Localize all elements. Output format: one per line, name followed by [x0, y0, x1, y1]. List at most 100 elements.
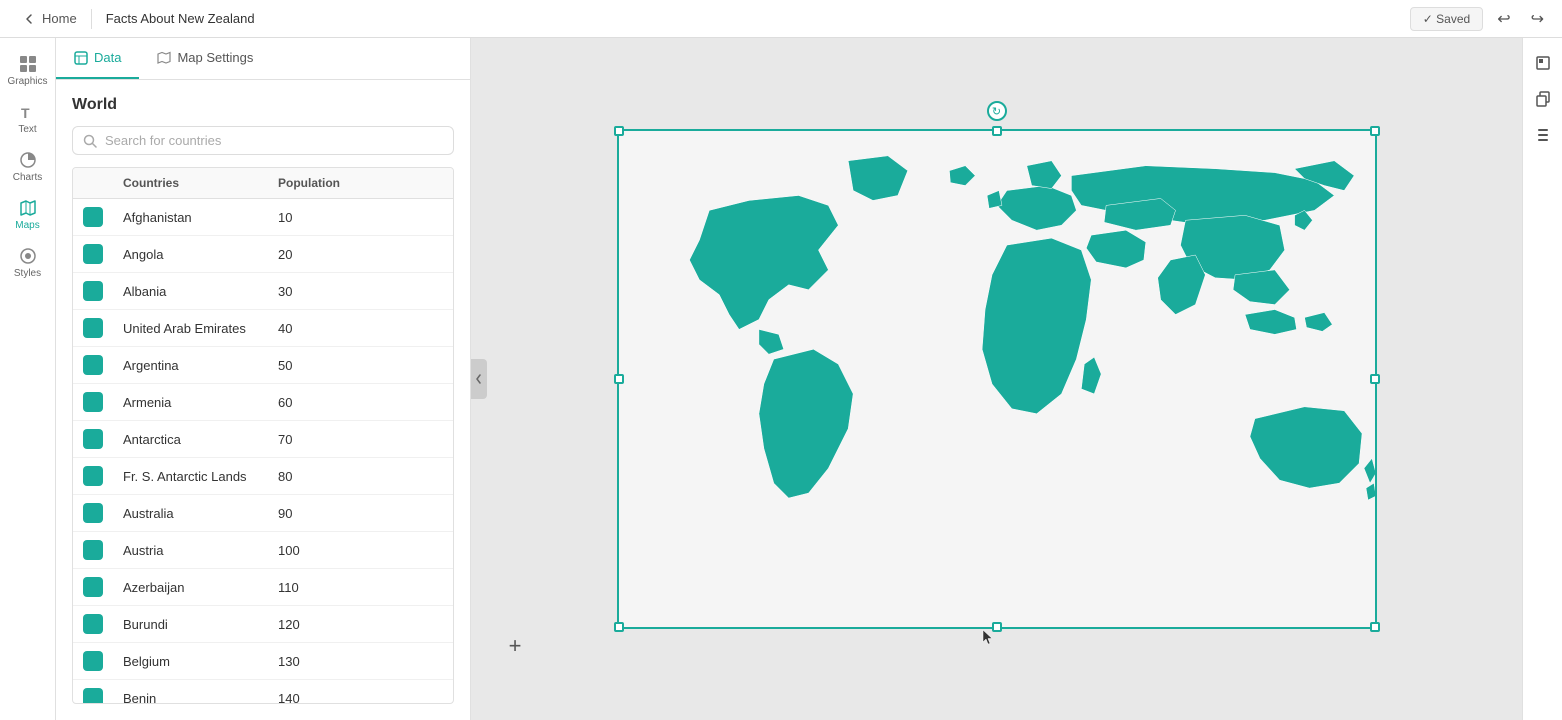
canvas-area[interactable]: ↻ .land { fill: #1aab9b; stroke: #fff; s…	[471, 38, 1522, 720]
handle-mr[interactable]	[1370, 374, 1380, 384]
charts-icon	[18, 150, 38, 170]
tab-title: Facts About New Zealand	[96, 11, 265, 26]
table-row[interactable]: Argentina 50	[73, 347, 453, 384]
table-row[interactable]: Australia 90	[73, 495, 453, 532]
undo-button[interactable]: ↩	[1491, 5, 1516, 33]
action-cell	[423, 616, 453, 632]
table-row[interactable]: Fr. S. Antarctic Lands 80	[73, 458, 453, 495]
color-swatch[interactable]	[83, 244, 103, 264]
table-body: Afghanistan 10 Angola 20 Albania 30 Unit…	[73, 199, 453, 703]
copy-button[interactable]	[1528, 84, 1558, 114]
handle-br[interactable]	[1370, 622, 1380, 632]
table-row[interactable]: Burundi 120	[73, 606, 453, 643]
maps-icon	[18, 198, 38, 218]
table-row[interactable]: Belgium 130	[73, 643, 453, 680]
population-cell: 10	[268, 202, 423, 233]
graphics-icon	[18, 54, 38, 74]
population-cell: 100	[268, 535, 423, 566]
sidebar-item-text[interactable]: T Text	[6, 96, 50, 140]
table-row[interactable]: Albania 30	[73, 273, 453, 310]
col-header-population: Population	[268, 168, 423, 198]
action-cell	[423, 431, 453, 447]
population-cell: 90	[268, 498, 423, 529]
charts-label: Charts	[13, 172, 42, 183]
color-swatch[interactable]	[83, 355, 103, 375]
search-input[interactable]	[105, 133, 443, 148]
map-canvas[interactable]: ↻ .land { fill: #1aab9b; stroke: #fff; s…	[617, 129, 1377, 629]
color-cell	[73, 643, 113, 679]
saved-button[interactable]: ✓ Saved	[1410, 7, 1483, 31]
table-row[interactable]: Afghanistan 10	[73, 199, 453, 236]
data-icon	[74, 51, 88, 65]
icon-sidebar: Graphics T Text Charts Maps	[0, 38, 56, 720]
tab-data-label: Data	[94, 50, 121, 65]
table-row[interactable]: Azerbaijan 110	[73, 569, 453, 606]
country-cell: Fr. S. Antarctic Lands	[113, 461, 268, 492]
tab-data[interactable]: Data	[56, 38, 139, 79]
color-swatch[interactable]	[83, 207, 103, 227]
color-swatch[interactable]	[83, 540, 103, 560]
color-cell	[73, 347, 113, 383]
graphics-label: Graphics	[7, 76, 47, 87]
country-cell: Antarctica	[113, 424, 268, 455]
country-cell: Azerbaijan	[113, 572, 268, 603]
search-box	[72, 126, 454, 155]
country-cell: Angola	[113, 239, 268, 270]
right-toolbar	[1522, 38, 1562, 720]
sidebar-item-charts[interactable]: Charts	[6, 144, 50, 188]
main-layout: Graphics T Text Charts Maps	[0, 38, 1562, 720]
color-swatch[interactable]	[83, 651, 103, 671]
color-cell	[73, 569, 113, 605]
country-cell: Australia	[113, 498, 268, 529]
add-button[interactable]: +	[501, 632, 529, 660]
panel: Data Map Settings World	[56, 38, 471, 720]
table-row[interactable]: Antarctica 70	[73, 421, 453, 458]
population-cell: 140	[268, 683, 423, 704]
handle-bl[interactable]	[614, 622, 624, 632]
table-row[interactable]: Angola 20	[73, 236, 453, 273]
search-icon	[83, 134, 97, 148]
table-row[interactable]: United Arab Emirates 40	[73, 310, 453, 347]
maps-label: Maps	[15, 220, 39, 231]
action-cell	[423, 542, 453, 558]
handle-tr[interactable]	[1370, 126, 1380, 136]
population-cell: 110	[268, 572, 423, 603]
color-swatch[interactable]	[83, 688, 103, 703]
color-swatch[interactable]	[83, 392, 103, 412]
sidebar-item-maps[interactable]: Maps	[6, 192, 50, 236]
color-swatch[interactable]	[83, 429, 103, 449]
color-swatch[interactable]	[83, 577, 103, 597]
cursor	[981, 628, 995, 651]
more-button[interactable]	[1528, 120, 1558, 150]
action-cell	[423, 690, 453, 703]
handle-ml[interactable]	[614, 374, 624, 384]
table-row[interactable]: Austria 100	[73, 532, 453, 569]
color-swatch[interactable]	[83, 281, 103, 301]
country-cell: Armenia	[113, 387, 268, 418]
home-button[interactable]: Home	[12, 11, 87, 26]
color-cell	[73, 495, 113, 531]
add-icon: +	[509, 633, 522, 659]
action-cell	[423, 320, 453, 336]
color-swatch[interactable]	[83, 614, 103, 634]
tab-map-settings[interactable]: Map Settings	[139, 38, 271, 79]
copy-icon	[1535, 91, 1551, 107]
sidebar-item-styles[interactable]: Styles	[6, 240, 50, 284]
save-view-button[interactable]	[1528, 48, 1558, 78]
handle-tm[interactable]	[992, 126, 1002, 136]
text-label: Text	[18, 124, 36, 135]
country-cell: Albania	[113, 276, 268, 307]
rotate-handle[interactable]: ↻	[987, 101, 1007, 121]
handle-tl[interactable]	[614, 126, 624, 136]
population-cell: 50	[268, 350, 423, 381]
panel-tabs: Data Map Settings	[56, 38, 470, 80]
color-swatch[interactable]	[83, 466, 103, 486]
sidebar-item-graphics[interactable]: Graphics	[6, 48, 50, 92]
color-cell	[73, 458, 113, 494]
table-row[interactable]: Benin 140	[73, 680, 453, 703]
color-swatch[interactable]	[83, 503, 103, 523]
redo-button[interactable]: ↪	[1525, 5, 1550, 33]
color-swatch[interactable]	[83, 318, 103, 338]
collapse-handle[interactable]	[471, 359, 487, 399]
table-row[interactable]: Armenia 60	[73, 384, 453, 421]
